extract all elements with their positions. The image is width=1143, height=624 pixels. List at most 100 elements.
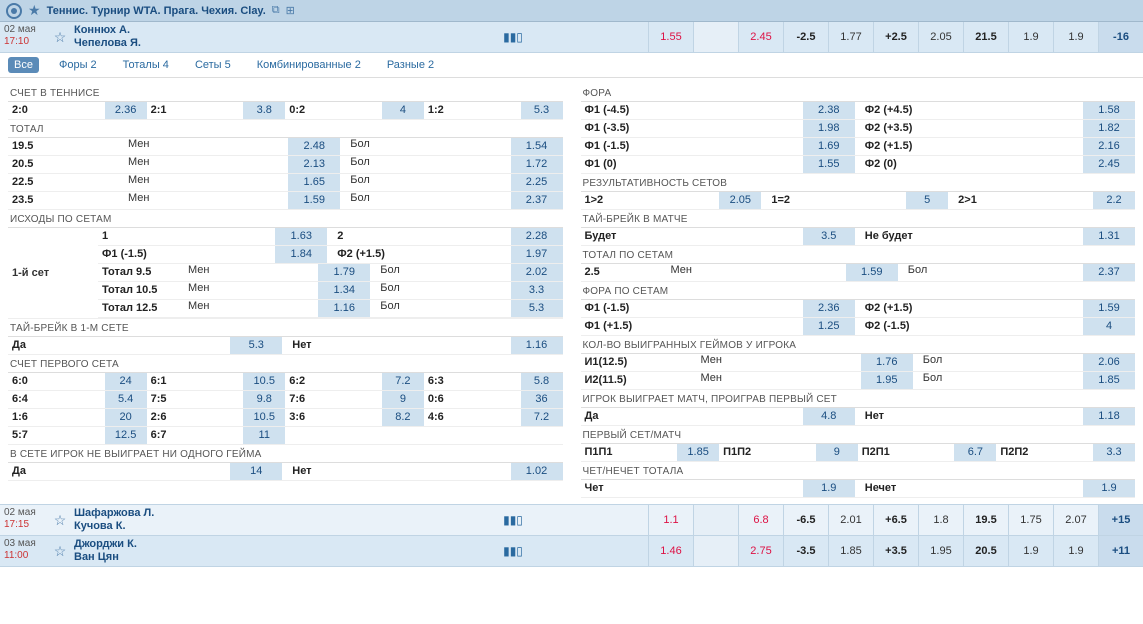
bet-odd[interactable]: 24 (105, 373, 147, 390)
bet-odd[interactable]: 1.72 (511, 156, 563, 173)
odd[interactable]: +2.5 (873, 22, 918, 52)
bet-odd[interactable]: 1.54 (511, 138, 563, 155)
bet-odd[interactable]: 3.3 (511, 282, 563, 299)
bet-odd[interactable]: 1.59 (288, 192, 340, 209)
bet-odd[interactable]: 1.69 (803, 138, 855, 155)
bet-odd[interactable]: 1.25 (803, 318, 855, 335)
odd[interactable]: 1.9 (1053, 22, 1098, 52)
bet-odd[interactable]: 2.48 (288, 138, 340, 155)
bet-odd[interactable]: 7.2 (521, 409, 563, 426)
bet-odd[interactable]: 2.05 (719, 192, 761, 209)
odd[interactable]: 1.85 (828, 536, 873, 566)
odd[interactable]: -3.5 (783, 536, 828, 566)
odd[interactable]: 2.01 (828, 505, 873, 535)
bet-odd[interactable]: 5.3 (511, 300, 563, 317)
odd[interactable]: +3.5 (873, 536, 918, 566)
odd[interactable]: 2.45 (738, 22, 783, 52)
bet-odd[interactable]: 1.18 (1083, 408, 1135, 425)
bet-odd[interactable]: 1.97 (511, 246, 563, 263)
bet-odd[interactable]: 1.31 (1083, 228, 1135, 245)
bet-odd[interactable]: 1.59 (846, 264, 898, 281)
bet-odd[interactable]: 1.59 (1083, 300, 1135, 317)
bet-odd[interactable]: 4 (382, 102, 424, 119)
bet-odd[interactable]: 11 (243, 427, 285, 444)
bet-odd[interactable]: 9 (382, 391, 424, 408)
bet-odd[interactable]: 1.79 (318, 264, 370, 281)
bet-odd[interactable]: 5 (906, 192, 948, 209)
odd[interactable]: 1.1 (648, 505, 693, 535)
bet-odd[interactable]: 12.5 (105, 427, 147, 444)
bet-odd[interactable]: 8.2 (382, 409, 424, 426)
bet-odd[interactable]: 1.63 (275, 228, 327, 245)
odd[interactable]: 1.95 (918, 536, 963, 566)
odd[interactable]: 1.9 (1008, 22, 1053, 52)
fav-star-icon[interactable]: ☆ (54, 29, 67, 46)
bet-odd[interactable]: 1.65 (288, 174, 340, 191)
bet-odd[interactable]: 1.84 (275, 246, 327, 263)
bet-odd[interactable]: 1.85 (677, 444, 719, 461)
bet-odd[interactable]: 1.02 (511, 463, 563, 480)
match-teams[interactable]: Коннюх А. Чепелова Я. (70, 22, 500, 52)
odd[interactable]: 6.8 (738, 505, 783, 535)
odd[interactable]: 1.9 (1053, 536, 1098, 566)
odd[interactable]: 2.05 (918, 22, 963, 52)
odd[interactable]: 1.9 (1008, 536, 1053, 566)
tab-all[interactable]: Все (8, 57, 39, 73)
bet-odd[interactable]: 2.45 (1083, 156, 1135, 173)
odd[interactable] (693, 505, 738, 535)
bet-odd[interactable]: 2.02 (511, 264, 563, 281)
bet-odd[interactable]: 1.9 (803, 480, 855, 497)
odd[interactable]: 1.46 (648, 536, 693, 566)
bet-odd[interactable]: 1.58 (1083, 102, 1135, 119)
bet-odd[interactable]: 1.85 (1083, 372, 1135, 389)
bet-odd[interactable]: 1.55 (803, 156, 855, 173)
tab-sets[interactable]: Сеты 5 (189, 57, 237, 73)
tab-handicap[interactable]: Форы 2 (53, 57, 103, 73)
bet-odd[interactable]: 2.36 (105, 102, 147, 119)
widget-icon[interactable]: ⊞ (286, 4, 295, 17)
bet-odd[interactable]: 2.16 (1083, 138, 1135, 155)
bet-odd[interactable]: 2.25 (511, 174, 563, 191)
bet-odd[interactable]: 9.8 (243, 391, 285, 408)
bet-odd[interactable]: 5.3 (230, 337, 282, 354)
odd[interactable]: +15 (1098, 505, 1143, 535)
bet-odd[interactable]: 5.8 (521, 373, 563, 390)
tab-other[interactable]: Разные 2 (381, 57, 440, 73)
odd[interactable]: 2.07 (1053, 505, 1098, 535)
bet-odd[interactable]: 2.28 (511, 228, 563, 245)
odd[interactable]: 1.77 (828, 22, 873, 52)
bet-odd[interactable]: 2.38 (803, 102, 855, 119)
fav-star-icon[interactable]: ☆ (54, 512, 67, 529)
bet-odd[interactable]: 1.34 (318, 282, 370, 299)
bet-odd[interactable]: 10.5 (243, 373, 285, 390)
odd[interactable]: +11 (1098, 536, 1143, 566)
bet-odd[interactable]: 3.3 (1093, 444, 1135, 461)
bet-odd[interactable]: 1.9 (1083, 480, 1135, 497)
fav-star-icon[interactable]: ☆ (54, 543, 67, 560)
bet-odd[interactable]: 5.3 (521, 102, 563, 119)
odd[interactable] (693, 22, 738, 52)
stats-icon[interactable]: ▮▮▯ (500, 22, 526, 52)
bet-odd[interactable]: 2.37 (1083, 264, 1135, 281)
copy-icon[interactable]: ⧉ (272, 4, 280, 17)
bet-odd[interactable]: 7.2 (382, 373, 424, 390)
bet-odd[interactable]: 1.16 (511, 337, 563, 354)
bet-odd[interactable]: 1.76 (861, 354, 913, 371)
tab-combo[interactable]: Комбинированные 2 (251, 57, 367, 73)
bet-odd[interactable]: 1.95 (861, 372, 913, 389)
odd[interactable]: 1.55 (648, 22, 693, 52)
bet-odd[interactable]: 2.36 (803, 300, 855, 317)
odd[interactable]: 21.5 (963, 22, 1008, 52)
bet-odd[interactable]: 36 (521, 391, 563, 408)
odd[interactable]: -2.5 (783, 22, 828, 52)
stats-icon[interactable]: ▮▮▯ (500, 536, 526, 566)
bet-odd[interactable]: 2.2 (1093, 192, 1135, 209)
stats-icon[interactable]: ▮▮▯ (500, 505, 526, 535)
fav-star-icon[interactable]: ★ (28, 2, 41, 19)
odd[interactable]: -16 (1098, 22, 1143, 52)
tab-totals[interactable]: Тоталы 4 (117, 57, 175, 73)
bet-odd[interactable]: 2.06 (1083, 354, 1135, 371)
odd[interactable]: 1.8 (918, 505, 963, 535)
bet-odd[interactable]: 1.16 (318, 300, 370, 317)
bet-odd[interactable]: 14 (230, 463, 282, 480)
